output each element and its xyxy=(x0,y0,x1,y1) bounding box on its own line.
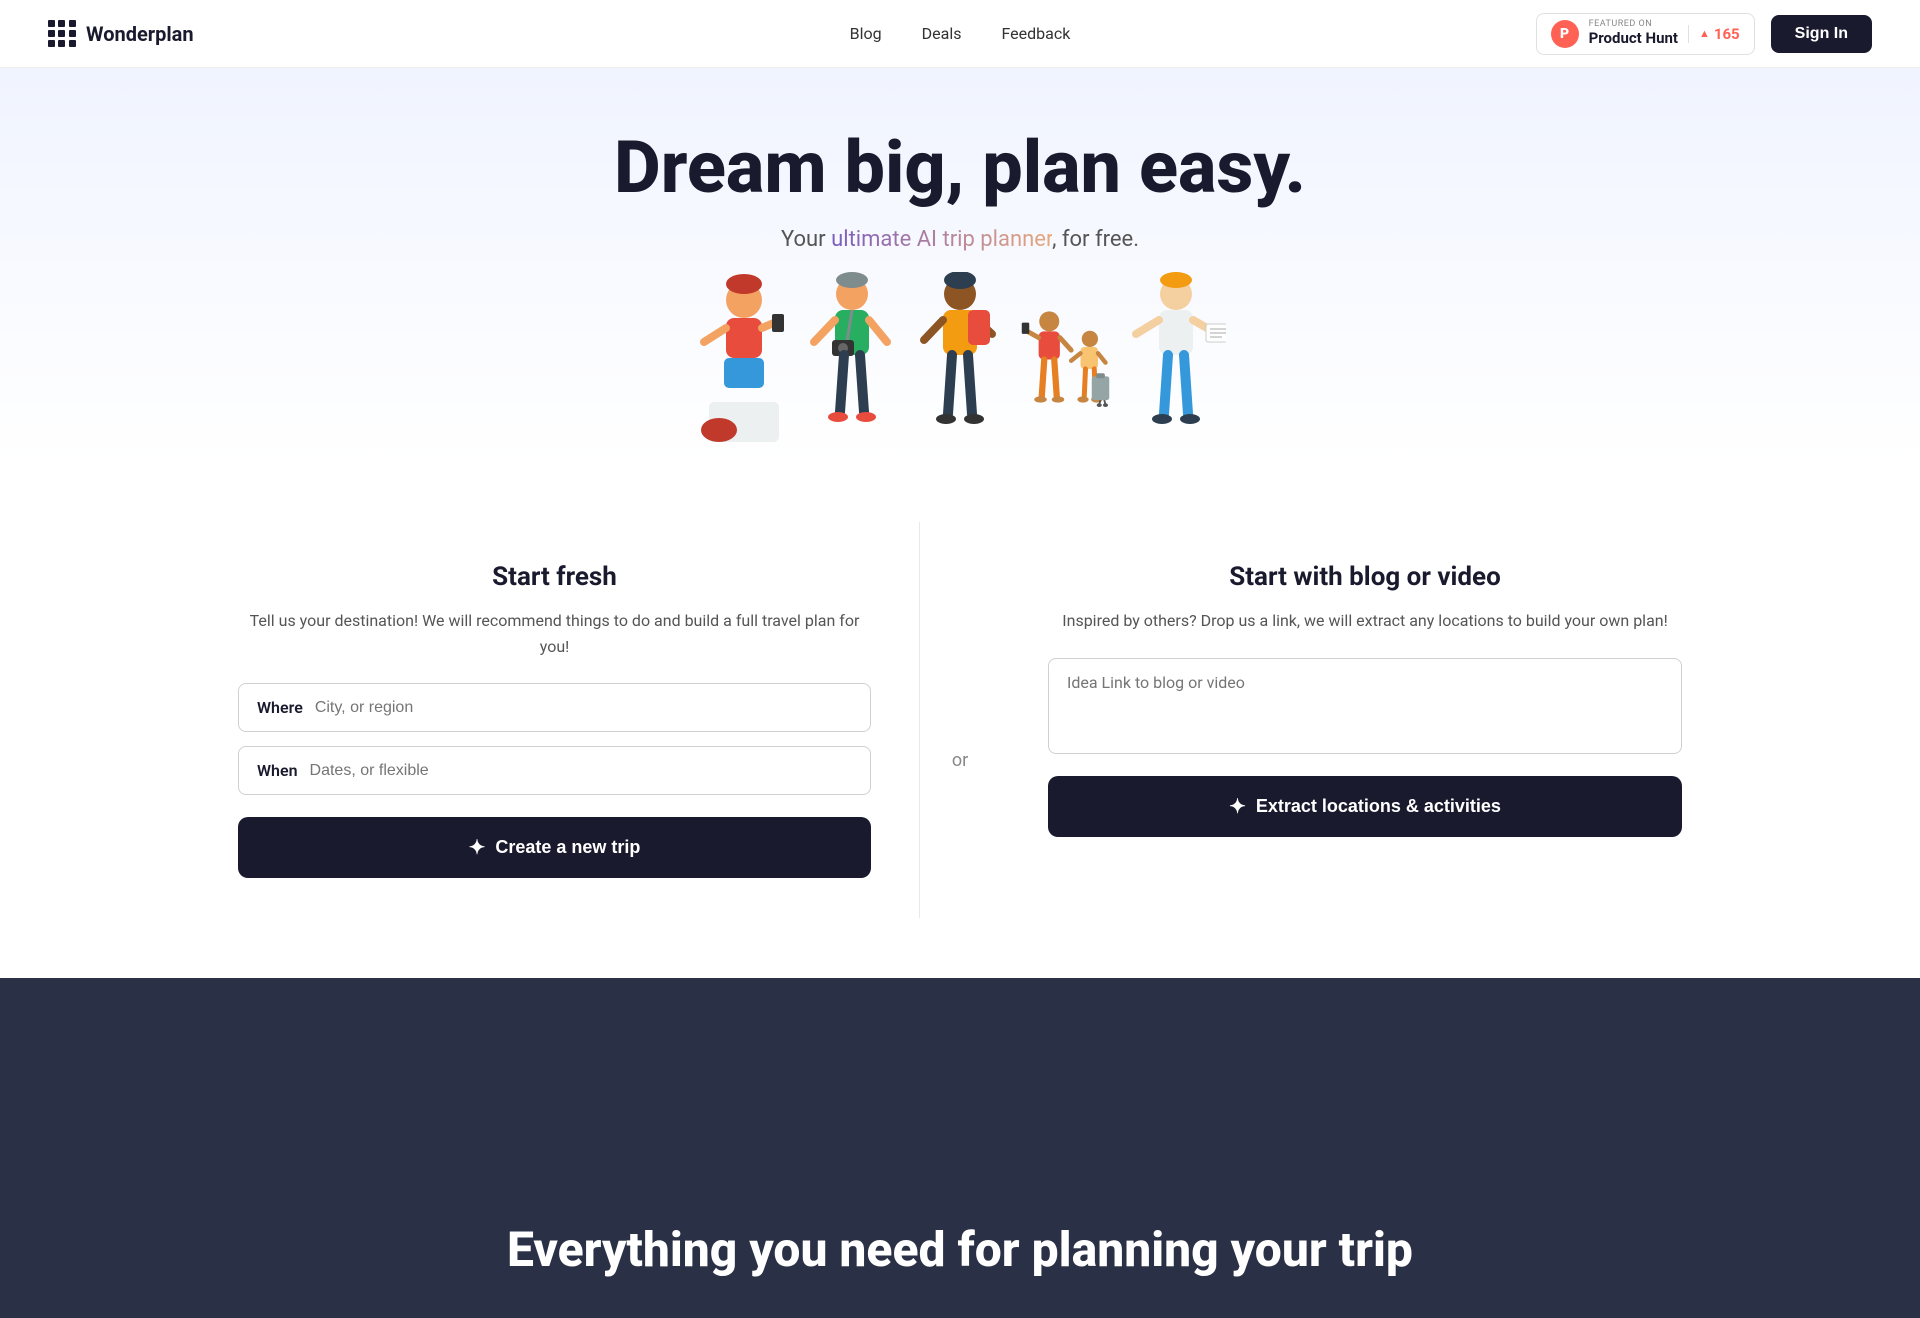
start-with-link-title: Start with blog or video xyxy=(1048,562,1682,592)
or-divider: or xyxy=(920,750,1000,771)
hero-subtitle-suffix: , for free. xyxy=(1052,227,1139,252)
navbar: Wonderplan Blog Deals Feedback P FEATURE… xyxy=(0,0,1920,68)
when-label: When xyxy=(257,761,298,780)
extract-locations-label: Extract locations & activities xyxy=(1256,796,1501,817)
extract-sparkle-icon: ✦ xyxy=(1229,794,1246,819)
ph-count: ▲ 165 xyxy=(1688,25,1740,43)
ph-name: Product Hunt xyxy=(1589,30,1678,47)
person-2-icon xyxy=(802,272,902,462)
logo[interactable]: Wonderplan xyxy=(48,20,194,48)
ph-number: 165 xyxy=(1714,25,1740,43)
cards-section: Start fresh Tell us your destination! We… xyxy=(0,462,1920,978)
footer-section: Everything you need for planning your tr… xyxy=(0,978,1920,1318)
start-fresh-title: Start fresh xyxy=(238,562,871,592)
person-3-icon xyxy=(910,272,1010,462)
product-hunt-logo-icon: P xyxy=(1551,20,1579,48)
where-label: Where xyxy=(257,698,303,717)
illustration-area xyxy=(0,272,1920,462)
hero-title: Dream big, plan easy. xyxy=(0,128,1920,207)
when-input-wrapper: When xyxy=(238,746,871,795)
start-with-link-description: Inspired by others? Drop us a link, we w… xyxy=(1048,608,1682,634)
person-1-icon xyxy=(694,272,794,462)
nav-links: Blog Deals Feedback xyxy=(850,24,1071,43)
where-input[interactable] xyxy=(315,699,852,717)
ideas-textarea-wrapper xyxy=(1048,658,1682,754)
or-text: or xyxy=(952,750,968,771)
ideas-textarea[interactable] xyxy=(1049,659,1681,749)
footer-heading: Everything you need for planning your tr… xyxy=(507,1221,1413,1278)
start-with-link-card: Start with blog or video Inspired by oth… xyxy=(1000,522,1730,877)
hero-subtitle: Your ultimate AI trip planner, for free. xyxy=(0,227,1920,252)
sign-in-button[interactable]: Sign In xyxy=(1771,15,1872,53)
create-trip-button[interactable]: ✦ Create a new trip xyxy=(238,817,871,878)
create-trip-label: Create a new trip xyxy=(495,837,640,858)
ph-arrow-icon: ▲ xyxy=(1699,27,1710,40)
brand-name: Wonderplan xyxy=(86,22,194,46)
logo-grid-icon xyxy=(48,20,76,48)
person-5-icon xyxy=(1126,272,1226,462)
sparkle-icon: ✦ xyxy=(469,835,486,860)
nav-deals[interactable]: Deals xyxy=(922,24,962,43)
product-hunt-badge[interactable]: P FEATURED ON Product Hunt ▲ 165 xyxy=(1536,13,1755,55)
nav-right: P FEATURED ON Product Hunt ▲ 165 Sign In xyxy=(1536,13,1872,55)
product-hunt-text: FEATURED ON Product Hunt xyxy=(1589,20,1678,46)
hero-subtitle-link[interactable]: ultimate AI trip planner xyxy=(831,227,1052,252)
extract-locations-button[interactable]: ✦ Extract locations & activities xyxy=(1048,776,1682,837)
where-input-wrapper: Where xyxy=(238,683,871,732)
start-fresh-card: Start fresh Tell us your destination! We… xyxy=(190,522,920,918)
hero-section: Dream big, plan easy. Your ultimate AI t… xyxy=(0,68,1920,462)
start-fresh-description: Tell us your destination! We will recomm… xyxy=(238,608,871,659)
hero-subtitle-prefix: Your xyxy=(781,227,831,252)
nav-blog[interactable]: Blog xyxy=(850,24,882,43)
nav-feedback[interactable]: Feedback xyxy=(1001,24,1070,43)
when-input[interactable] xyxy=(310,762,852,780)
person-4-icon xyxy=(1018,272,1118,462)
